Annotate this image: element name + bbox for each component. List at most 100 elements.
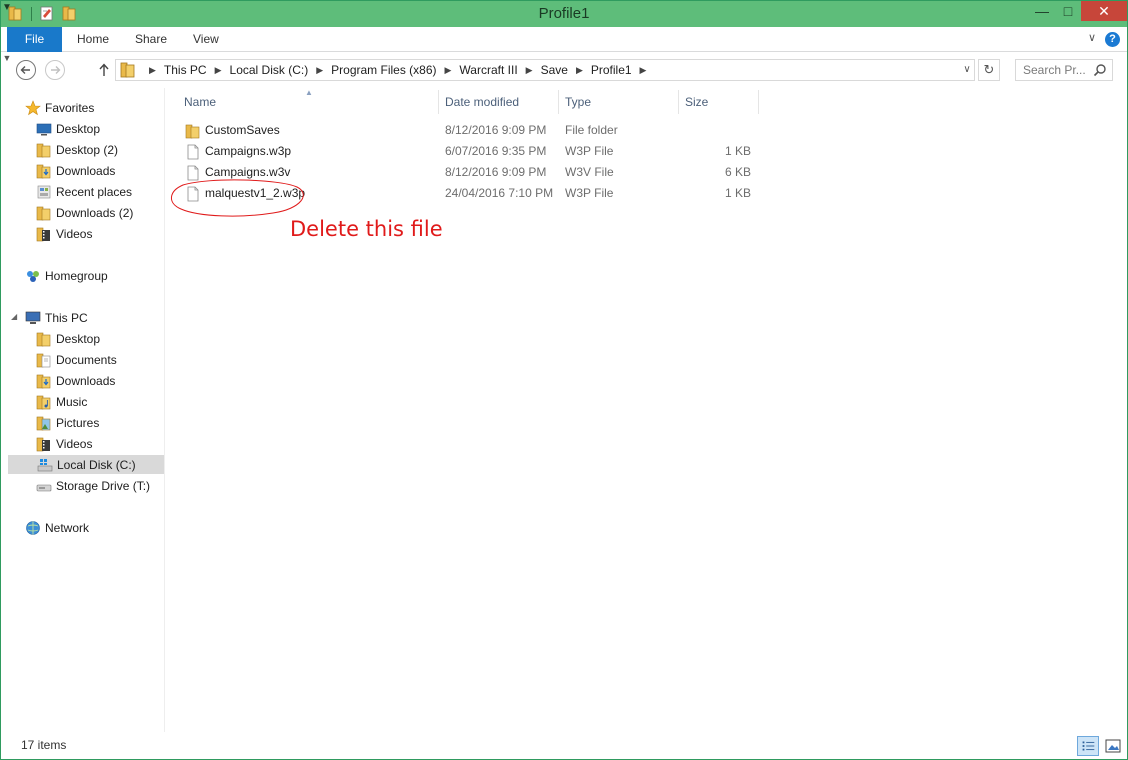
nav-pc-pictures[interactable]: Pictures <box>36 414 99 433</box>
navigation-pane: Favorites Desktop Desktop (2) Downloads … <box>1 88 165 732</box>
column-divider[interactable] <box>678 90 679 114</box>
nav-fav-recent-places[interactable]: Recent places <box>36 183 132 202</box>
nav-label: Videos <box>56 227 93 241</box>
column-header-name[interactable]: Name <box>184 92 216 112</box>
breadcrumb-local-disk[interactable]: Local Disk (C:) <box>230 63 309 77</box>
pictures-icon <box>36 416 51 431</box>
file-size: 1 KB <box>724 144 751 158</box>
nav-network[interactable]: Network <box>25 519 89 538</box>
videos-icon <box>36 227 50 242</box>
nav-label: Videos <box>56 437 93 451</box>
nav-pc-documents[interactable]: Documents <box>36 351 117 370</box>
nav-label: Downloads <box>56 374 116 388</box>
file-type: W3V File <box>565 165 614 179</box>
nav-pc-music[interactable]: Music <box>36 393 87 412</box>
breadcrumb-warcraft[interactable]: Warcraft III <box>459 63 517 77</box>
collapse-arrow-icon[interactable]: ◢ <box>11 312 17 321</box>
network-icon <box>26 521 40 535</box>
item-count: 17 items <box>21 738 67 752</box>
new-folder-icon[interactable] <box>61 5 77 22</box>
nav-label: This PC <box>45 311 88 325</box>
expand-ribbon-icon[interactable]: ∨ <box>1085 31 1099 45</box>
annotation-text: Delete this file <box>290 217 443 241</box>
breadcrumb-program-files[interactable]: Program Files (x86) <box>331 63 436 77</box>
file-date: 8/12/2016 9:09 PM <box>445 165 547 179</box>
nav-fav-desktop-2[interactable]: Desktop (2) <box>36 141 118 160</box>
chevron-right-icon[interactable]: ▶ <box>316 65 323 76</box>
column-divider[interactable] <box>438 90 439 114</box>
chevron-down-icon[interactable]: ∨ <box>959 60 975 80</box>
recent-locations-icon[interactable]: ▼ <box>1 52 13 64</box>
minimize-button[interactable]: — <box>1029 1 1055 21</box>
sort-ascending-icon: ▲ <box>305 88 313 97</box>
nav-fav-desktop[interactable]: Desktop <box>36 120 100 139</box>
nav-this-pc[interactable]: This PC <box>25 309 88 328</box>
chevron-right-icon[interactable]: ▶ <box>640 65 647 76</box>
music-icon <box>36 395 51 410</box>
column-header-size[interactable]: Size <box>685 92 708 112</box>
maximize-button[interactable]: □ <box>1055 1 1081 21</box>
nav-fav-downloads[interactable]: Downloads <box>36 162 115 181</box>
breadcrumb-this-pc[interactable]: This PC <box>164 63 207 77</box>
file-date: 6/07/2016 9:35 PM <box>445 144 547 158</box>
tab-home[interactable]: Home <box>77 27 109 52</box>
nav-pc-videos[interactable]: Videos <box>36 435 92 454</box>
help-icon[interactable]: ? <box>1105 32 1120 47</box>
annotation-ellipse <box>171 179 304 217</box>
nav-label: Documents <box>56 353 117 367</box>
nav-label: Favorites <box>45 101 95 115</box>
folder-icon[interactable] <box>7 5 23 22</box>
column-divider[interactable] <box>758 90 759 114</box>
nav-fav-videos[interactable]: Videos <box>36 225 92 244</box>
file-list: Name ▲ Date modified Type Size CustomSav… <box>166 88 1127 732</box>
tab-file[interactable]: File <box>7 27 62 52</box>
nav-label: Recent places <box>56 185 133 199</box>
column-divider[interactable] <box>558 90 559 114</box>
close-button[interactable]: ✕ <box>1081 1 1127 21</box>
column-header-date[interactable]: Date modified <box>445 92 519 112</box>
column-header-type[interactable]: Type <box>565 92 591 112</box>
nav-favorites[interactable]: Favorites <box>25 99 94 118</box>
file-type: W3P File <box>565 186 614 200</box>
search-icon[interactable] <box>1093 63 1107 77</box>
table-row[interactable]: CustomSaves 8/12/2016 9:09 PM File folde… <box>180 120 760 141</box>
chevron-right-icon[interactable]: ▶ <box>149 65 156 76</box>
computer-icon <box>25 311 41 324</box>
breadcrumb-profile[interactable]: Profile1 <box>591 63 632 77</box>
table-row[interactable]: Campaigns.w3p 6/07/2016 9:35 PM W3P File… <box>180 141 760 162</box>
chevron-right-icon[interactable]: ▶ <box>215 65 222 76</box>
folder-icon <box>36 206 51 221</box>
up-button[interactable] <box>93 59 115 81</box>
nav-pc-desktop[interactable]: Desktop <box>36 330 100 349</box>
details-view-icon[interactable] <box>1077 736 1099 756</box>
chevron-right-icon[interactable]: ▶ <box>445 65 452 76</box>
refresh-button[interactable]: ↻ <box>978 59 1000 81</box>
downloads-icon <box>36 374 51 389</box>
downloads-icon <box>36 164 51 179</box>
chevron-right-icon[interactable]: ▶ <box>526 65 533 76</box>
properties-icon[interactable] <box>39 5 55 22</box>
chevron-right-icon[interactable]: ▶ <box>576 65 583 76</box>
tab-view[interactable]: View <box>193 27 219 52</box>
file-type: W3P File <box>565 144 614 158</box>
folder-icon <box>36 143 51 158</box>
nav-pc-local-disk[interactable]: Local Disk (C:) <box>8 455 164 474</box>
nav-label: Pictures <box>56 416 100 430</box>
nav-pc-downloads[interactable]: Downloads <box>36 372 115 391</box>
forward-button[interactable] <box>44 59 66 81</box>
title-bar: ▼ Profile1 — □ ✕ <box>1 1 1127 27</box>
folder-icon <box>120 62 135 78</box>
nav-fav-downloads-2[interactable]: Downloads (2) <box>36 204 133 223</box>
status-bar: 17 items <box>1 732 1127 759</box>
file-date: 24/04/2016 7:10 PM <box>445 186 554 200</box>
address-bar[interactable]: ▶ This PC ▶ Local Disk (C:) ▶ Program Fi… <box>115 59 975 81</box>
breadcrumb-save[interactable]: Save <box>541 63 568 77</box>
large-icons-view-icon[interactable] <box>1102 736 1124 756</box>
tab-share[interactable]: Share <box>135 27 167 52</box>
back-button[interactable] <box>15 59 37 81</box>
file-name: CustomSaves <box>205 123 280 137</box>
nav-pc-storage-drive[interactable]: Storage Drive (T:) <box>36 477 150 496</box>
file-size: 6 KB <box>724 165 751 179</box>
folder-icon <box>185 124 200 139</box>
nav-homegroup[interactable]: Homegroup <box>25 267 108 286</box>
